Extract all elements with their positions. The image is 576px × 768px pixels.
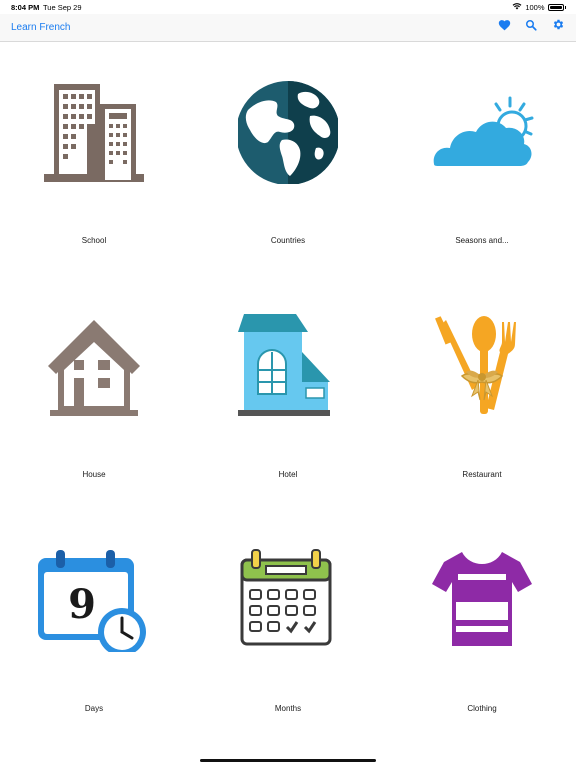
hotel-icon — [238, 314, 338, 418]
battery-percent: 100% — [525, 2, 545, 12]
battery-fill — [549, 5, 562, 9]
status-date: Tue Sep 29 — [43, 3, 82, 12]
category-label: Months — [274, 704, 302, 713]
category-school[interactable]: School — [0, 42, 188, 276]
category-months[interactable]: Months — [194, 510, 382, 744]
search-icon — [525, 18, 537, 36]
search-button[interactable] — [524, 20, 538, 34]
category-label: Clothing — [467, 704, 497, 713]
category-label: Restaurant — [462, 470, 502, 479]
nav-actions — [497, 18, 565, 36]
calendar-month-icon — [238, 548, 338, 652]
category-restaurant[interactable]: Restaurant — [388, 276, 576, 510]
category-seasons[interactable]: Seasons and... — [388, 42, 576, 276]
cutlery-icon — [432, 314, 532, 418]
nav-bar: Learn French — [0, 14, 576, 42]
heart-icon — [498, 18, 511, 36]
category-label: School — [81, 236, 107, 245]
category-label: House — [82, 470, 106, 479]
school-building-icon — [44, 80, 144, 184]
favorites-button[interactable] — [497, 20, 511, 34]
category-house[interactable]: House — [0, 276, 188, 510]
battery-icon — [547, 3, 564, 11]
settings-button[interactable] — [551, 18, 565, 36]
status-indicators: 100% — [512, 2, 566, 12]
category-countries[interactable]: Countries — [194, 42, 382, 276]
tshirt-icon — [432, 548, 532, 652]
category-hotel[interactable]: Hotel — [194, 276, 382, 510]
category-label: Countries — [270, 236, 306, 245]
gear-icon — [552, 18, 565, 36]
category-grid: School Countries Seasons and... House Ho… — [0, 42, 576, 752]
status-time: 8:04 PM — [11, 3, 40, 12]
home-indicator[interactable] — [200, 759, 376, 762]
category-label: Days — [84, 704, 104, 713]
weather-cloud-sun-icon — [432, 80, 534, 184]
nav-title: Learn French — [11, 22, 71, 33]
globe-icon — [236, 80, 340, 185]
category-clothing[interactable]: Clothing — [388, 510, 576, 744]
category-label: Seasons and... — [455, 236, 509, 245]
wifi-icon — [512, 2, 522, 12]
category-days[interactable]: 9 Days — [0, 510, 188, 744]
battery-tip — [564, 5, 566, 9]
house-icon — [44, 314, 144, 418]
status-bar: 8:04 PM Tue Sep 29 100% — [0, 0, 576, 14]
category-label: Hotel — [278, 470, 298, 479]
svg-text:9: 9 — [68, 581, 96, 628]
calendar-clock-icon: 9 — [38, 548, 146, 656]
